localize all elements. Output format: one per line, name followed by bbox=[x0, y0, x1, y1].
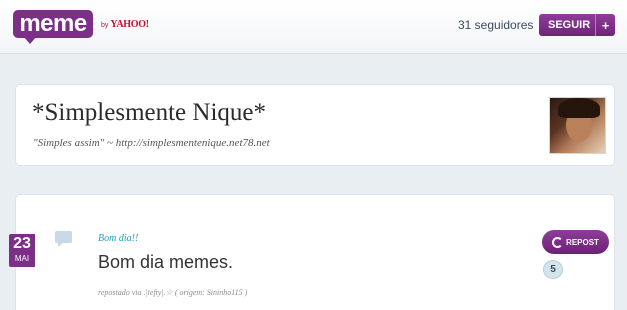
date-month: MAI bbox=[14, 254, 30, 263]
repost-button[interactable]: REPOST bbox=[542, 230, 609, 254]
post-body: Bom dia memes. bbox=[98, 252, 234, 272]
follow-button-label: SEGUIR bbox=[548, 19, 591, 31]
by-yahoo-label: by YAHOO! bbox=[101, 19, 149, 30]
post-title[interactable]: Bom dia!! bbox=[98, 233, 138, 244]
avatar[interactable] bbox=[549, 97, 606, 154]
repost-count[interactable]: 5 bbox=[543, 260, 563, 279]
follow-button[interactable]: SEGUIR + bbox=[539, 14, 615, 36]
top-bar: meme by YAHOO! 31 seguidores SEGUIR + bbox=[0, 0, 627, 54]
logo-bubble-tail bbox=[23, 36, 37, 44]
followers-count[interactable]: 31 seguidores bbox=[458, 18, 533, 32]
meme-logo[interactable]: meme bbox=[13, 10, 93, 44]
post-meta: repostado via .|tefty|.☆ ( origem: Sinin… bbox=[98, 288, 248, 297]
yahoo-logo: YAHOO! bbox=[110, 19, 149, 30]
by-label: by bbox=[101, 22, 109, 29]
repost-icon bbox=[552, 236, 564, 248]
profile-description: "Simples assim" ~ http://simplesmenteniq… bbox=[33, 137, 270, 149]
repost-button-label: REPOST bbox=[566, 237, 599, 247]
plus-icon[interactable]: + bbox=[596, 18, 615, 33]
date-badge: 23 MAI bbox=[9, 234, 35, 267]
logo-text: meme bbox=[13, 10, 93, 38]
date-day: 23 bbox=[13, 235, 31, 252]
speech-bubble-icon bbox=[55, 231, 72, 247]
profile-name: *Simplesmente Nique* bbox=[32, 99, 266, 126]
profile-card: *Simplesmente Nique* "Simples assim" ~ h… bbox=[15, 84, 615, 166]
